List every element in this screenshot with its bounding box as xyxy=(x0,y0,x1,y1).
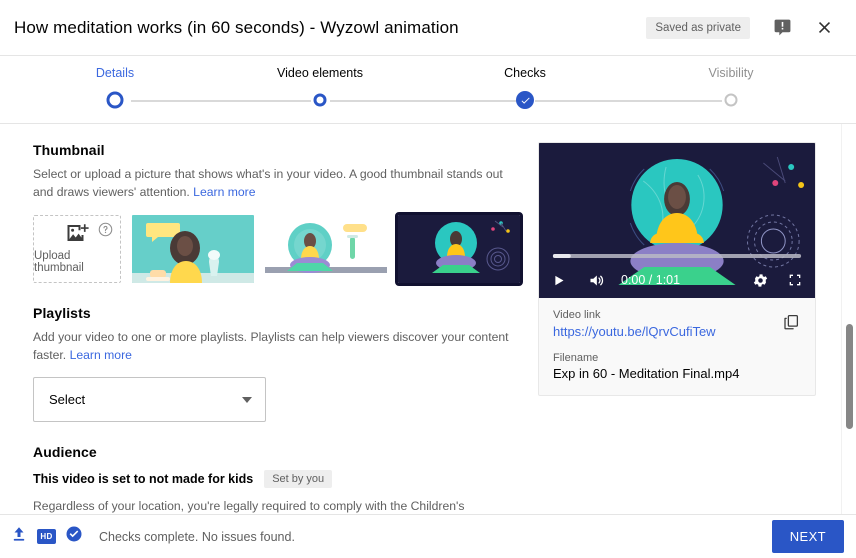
upload-arrow-icon xyxy=(10,525,28,548)
dialog-header: How meditation works (in 60 seconds) - W… xyxy=(0,0,856,56)
step-label-details[interactable]: Details xyxy=(96,66,134,80)
playlists-learn-more-link[interactable]: Learn more xyxy=(70,348,132,362)
check-icon xyxy=(521,97,530,104)
audience-section-title: Audience xyxy=(33,444,97,461)
close-icon[interactable] xyxy=(808,12,840,44)
thumbnail-section-title: Thumbnail xyxy=(33,142,105,158)
step-node-visibility xyxy=(724,93,738,107)
scroll-content: Thumbnail Select or upload a picture tha… xyxy=(0,124,856,514)
upload-thumbnail-label: Upload thumbnail xyxy=(34,250,84,275)
next-button[interactable]: NEXT xyxy=(771,520,844,553)
status-badge: Saved as private xyxy=(646,16,750,39)
page-title: How meditation works (in 60 seconds) - W… xyxy=(14,17,459,37)
step-label-video-elements[interactable]: Video elements xyxy=(277,66,363,80)
dialog-body: Thumbnail Select or upload a picture tha… xyxy=(0,124,856,514)
footer-status-text: Checks complete. No issues found. xyxy=(99,529,295,544)
kids-status-row: This video is set to not made for kids S… xyxy=(33,470,520,489)
step-node-details[interactable] xyxy=(106,91,124,109)
stepper-labels: Details Video elements Checks Visibility xyxy=(0,66,856,86)
upload-dialog: How meditation works (in 60 seconds) - W… xyxy=(0,0,856,558)
hd-badge: HD xyxy=(37,529,56,544)
thumbnail-option-1[interactable] xyxy=(132,214,254,283)
playlist-select[interactable]: Select xyxy=(33,377,266,423)
check-circle-icon xyxy=(65,525,83,548)
step-node-checks[interactable] xyxy=(516,91,534,109)
scrollbar[interactable] xyxy=(841,124,856,514)
thumbnail-learn-more-link[interactable]: Learn more xyxy=(193,185,255,199)
feedback-icon[interactable] xyxy=(766,12,798,44)
filename-label: Filename xyxy=(553,352,599,364)
upload-stepper: Details Video elements Checks Visibility xyxy=(0,56,856,124)
add-image-icon xyxy=(67,224,89,242)
playlists-section-title: Playlists xyxy=(33,304,91,321)
gear-icon[interactable] xyxy=(752,272,769,289)
video-preview-card: 0:00 / 1:01 Video link https://youtu.be/… xyxy=(538,142,816,396)
chevron-down-icon xyxy=(242,396,252,403)
left-column: Thumbnail Select or upload a picture tha… xyxy=(33,142,523,514)
scrollbar-thumb[interactable] xyxy=(846,324,853,429)
fullscreen-icon[interactable] xyxy=(787,272,803,288)
step-node-video-elements[interactable] xyxy=(313,93,327,107)
thumbnail-description-text: Select or upload a picture that shows wh… xyxy=(33,167,503,200)
stepper-track-1 xyxy=(131,100,311,102)
thumbnail-description: Select or upload a picture that shows wh… xyxy=(33,165,511,202)
playlists-description: Add your video to one or more playlists.… xyxy=(33,328,511,365)
playlist-select-value: Select xyxy=(49,392,86,408)
help-circle-icon[interactable] xyxy=(98,222,113,237)
thumbnail-options-row: Upload thumbnail xyxy=(33,211,523,286)
footer-status-icons: HD xyxy=(10,525,83,548)
step-label-visibility: Visibility xyxy=(708,66,754,80)
play-icon[interactable] xyxy=(551,273,566,288)
video-link-label: Video link xyxy=(553,309,601,321)
video-link[interactable]: https://youtu.be/lQrvCufiTew xyxy=(553,324,716,339)
thumbnail-option-3[interactable] xyxy=(395,211,523,286)
stepper-track-2 xyxy=(330,100,516,102)
coppa-text: Regardless of your location, you're lega… xyxy=(33,499,465,514)
kids-status-text: This video is set to not made for kids xyxy=(33,472,254,487)
stepper-track-3 xyxy=(535,100,722,102)
right-column: 0:00 / 1:01 Video link https://youtu.be/… xyxy=(520,142,828,514)
copy-icon[interactable] xyxy=(777,308,805,336)
set-by-you-badge: Set by you xyxy=(264,470,333,489)
video-player[interactable]: 0:00 / 1:01 xyxy=(539,143,815,298)
upload-thumbnail-button[interactable]: Upload thumbnail xyxy=(33,214,121,283)
player-time: 0:00 / 1:01 xyxy=(621,273,681,287)
step-label-checks[interactable]: Checks xyxy=(504,66,546,80)
video-meta: Video link https://youtu.be/lQrvCufiTew … xyxy=(539,298,815,395)
dialog-footer: HD Checks complete. No issues found. NEX… xyxy=(0,514,856,558)
thumbnail-option-2[interactable] xyxy=(265,214,387,283)
volume-icon[interactable] xyxy=(588,272,605,289)
filename-value: Exp in 60 - Meditation Final.mp4 xyxy=(553,366,740,381)
